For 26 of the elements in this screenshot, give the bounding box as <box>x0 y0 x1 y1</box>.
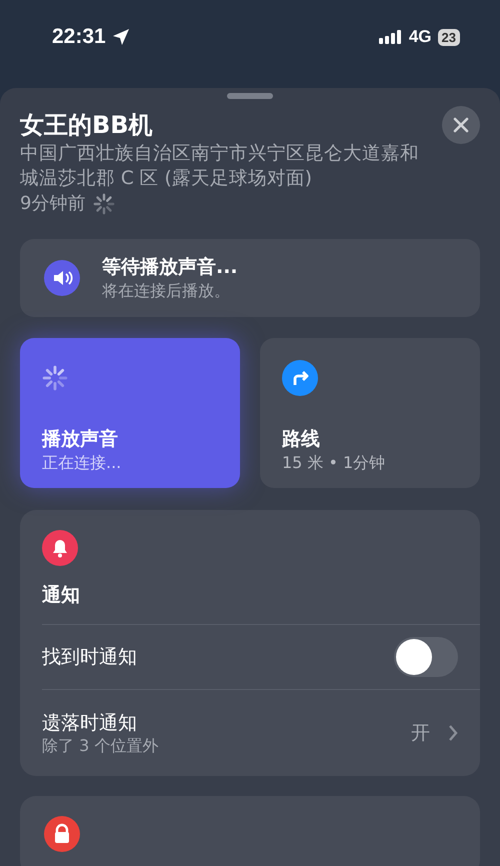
setting-link[interactable]: 开 <box>411 720 458 746</box>
device-title: 女王的BB机 <box>20 110 154 141</box>
network-type: 4G <box>408 27 432 47</box>
banner-subtitle: 将在连接后播放。 <box>102 280 231 302</box>
device-address: 中国广西壮族自治区南宁市兴宁区昆仑大道嘉和城温莎北郡 C 区 (露天足球场对面) <box>20 142 420 191</box>
notifications-heading: 通知 <box>42 583 81 608</box>
play-sound-button[interactable]: 播放声音 正在连接... <box>20 338 240 488</box>
last-updated: 9分钟前 <box>20 192 86 216</box>
location-arrow-icon <box>112 28 130 46</box>
close-button[interactable] <box>442 106 480 144</box>
banner-title: 等待播放声音... <box>102 255 238 280</box>
setting-detail: 除了 3 个位置外 <box>42 736 158 756</box>
close-icon <box>453 117 469 133</box>
loading-spinner-icon <box>42 365 68 391</box>
toggle-switch[interactable] <box>394 637 458 677</box>
setting-label: 找到时通知 <box>42 645 137 670</box>
chevron-icon <box>448 724 458 742</box>
bell-icon <box>42 530 78 566</box>
directions-button[interactable]: 路线 15 米 • 1分钟 <box>260 338 480 488</box>
signal-icon <box>378 29 403 45</box>
battery-level: 23 <box>438 28 460 46</box>
lock-icon <box>44 816 80 852</box>
loading-spinner-icon <box>93 193 116 215</box>
clock-time: 22:31 <box>52 25 106 49</box>
setting-label: 遗落时通知 <box>42 711 138 736</box>
speaker-icon <box>44 260 80 296</box>
